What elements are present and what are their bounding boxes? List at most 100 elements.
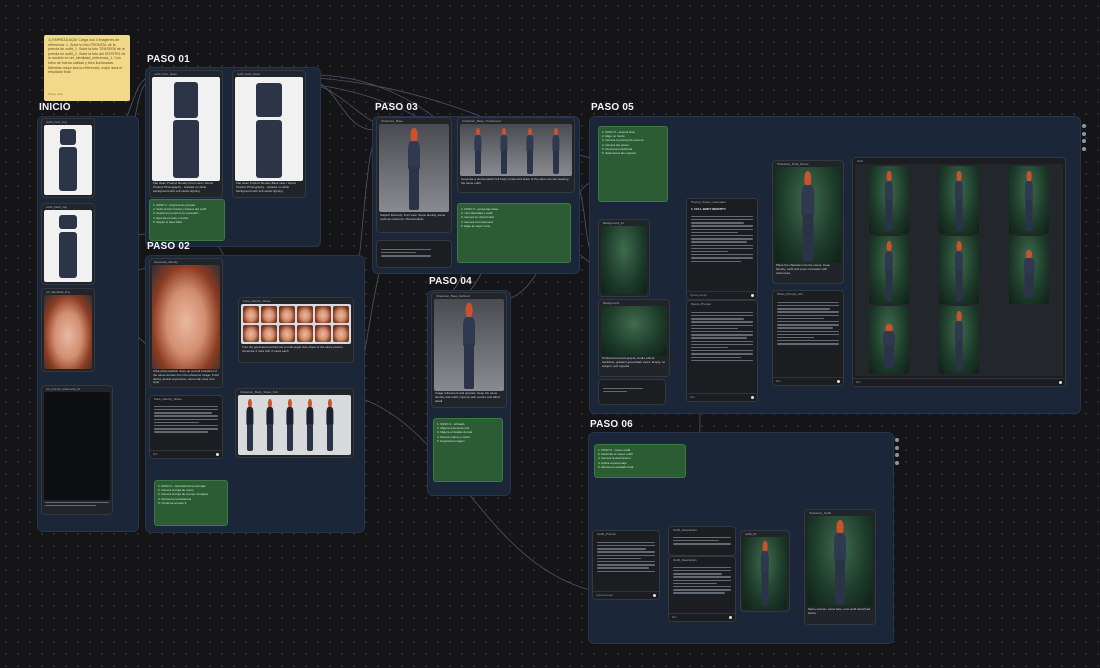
prompt-header: 1. FULL BODY IDENTITY: [691, 208, 726, 211]
queue-label: Queue prompt: [690, 293, 707, 297]
prompt-text-lines: [154, 404, 218, 448]
node-paso05-list[interactable]: Photo_Prompt_List Run: [772, 290, 844, 386]
node-paso02-face[interactable]: Generate_Identity Ultra-photorealistic c…: [149, 258, 223, 388]
node-toolbar[interactable]: Run: [150, 450, 222, 458]
caption-text: Flat clean Product Render Back view / Gh…: [236, 182, 296, 193]
prompt-text-lines: [777, 300, 839, 374]
node-title: outfit_back_img: [46, 205, 68, 209]
node-toolbar[interactable]: Run: [669, 613, 735, 621]
node-toolbar[interactable]: Queue prompt: [593, 591, 659, 599]
sticky-note-text: 1) EMPIEZA AQUI Carga sus 3 imagenes de …: [48, 38, 126, 75]
pose-tile[interactable]: [869, 166, 909, 234]
node-paso06-prompt[interactable]: Outfit_Prompt Queue prompt: [592, 530, 660, 600]
node-face-reference[interactable]: ref_identidad_img: [41, 288, 95, 372]
run-label: Run: [672, 615, 677, 619]
caption-text: Ultra-photorealistic close-up portrait h…: [153, 370, 219, 385]
node-title: Grid: [857, 159, 863, 163]
node-empty-prompt[interactable]: ref_prompt_referencia_IA: [41, 385, 113, 515]
outfit-front-image: [44, 125, 92, 195]
node-paso06-desc[interactable]: Outfit_Description Run: [668, 556, 736, 622]
caption-text: Professional photography studio infinite…: [602, 357, 666, 368]
caption-text: Image refinement and upscale. Keep the s…: [435, 392, 501, 403]
group-title-paso02: PASO 02: [147, 241, 190, 252]
prompt-text-lines: [597, 540, 655, 588]
body-sheet-image: [238, 395, 351, 455]
group-side-controls[interactable]: [1082, 124, 1086, 154]
pose-tile[interactable]: [939, 306, 979, 374]
node-paso05-grid[interactable]: Grid Run: [852, 157, 1066, 387]
pose-tile[interactable]: [939, 166, 979, 234]
group-title-inicio: INICIO: [39, 102, 71, 113]
group-title-paso03: PASO 03: [375, 102, 418, 113]
node-title: outfit_front_clean: [154, 72, 178, 76]
run-button[interactable]: [1059, 380, 1062, 384]
note-paso02: 1. PASO 2 - identidad del personaje 2. G…: [154, 480, 228, 526]
node-paso01-front[interactable]: outfit_front_clean Flat clean Product Re…: [149, 70, 223, 198]
node-paso05-main[interactable]: Character_Final_Scene Place the characte…: [772, 160, 844, 284]
face-reference-image: [44, 295, 92, 369]
node-title: Generate_Identity: [154, 260, 178, 264]
node-toolbar[interactable]: Run: [687, 393, 757, 401]
node-title: outfit_01: [745, 532, 757, 536]
identity-portrait-image: [152, 265, 220, 369]
run-button[interactable]: [216, 452, 219, 456]
note-paso01: 1. PASO 1 - limpieza de prenda 2. Sube l…: [149, 199, 225, 241]
prompt-text-lines: [603, 386, 643, 400]
node-paso02-sheet[interactable]: Face_Identity_Sheet Turn the generated p…: [238, 297, 354, 363]
group-title-paso06: PASO 06: [590, 419, 633, 430]
node-paso05-prompt[interactable]: Prompt_Scene_Generator 1. FULL BODY IDEN…: [686, 198, 758, 300]
clean-back-image: [235, 77, 303, 181]
group-side-controls[interactable]: [895, 438, 899, 468]
node-paso05-bg2[interactable]: Background Professional photography stud…: [598, 299, 670, 377]
pose-tile[interactable]: [869, 236, 909, 304]
run-button[interactable]: [751, 293, 754, 297]
node-toolbar[interactable]: Run: [853, 378, 1065, 386]
node-title: Outfit_Description: [673, 558, 697, 562]
node-title: ref_prompt_referencia_IA: [46, 387, 81, 391]
note-paso06: 1. PASO 6 - nuevo outfit 2. Describe el …: [594, 444, 686, 478]
node-outfit-front[interactable]: outfit_front_img: [41, 118, 95, 198]
sticky-note[interactable]: 1) EMPIEZA AQUI Carga sus 3 imagenes de …: [44, 35, 130, 101]
node-title: Character_Base_Turnaround: [462, 119, 501, 123]
group-title-paso01: PASO 01: [147, 54, 190, 65]
caption-text: Generate a photorealistic full body turn…: [461, 178, 569, 185]
queue-label: Queue prompt: [596, 593, 613, 597]
node-prompt-editor[interactable]: Face_Identity_Sheet Run: [149, 395, 223, 459]
caption-text: Place the character into the scene. Keep…: [776, 264, 831, 275]
run-button[interactable]: [653, 593, 656, 597]
node-paso05-small[interactable]: [598, 379, 666, 405]
run-button[interactable]: [751, 395, 754, 399]
node-title: Character_Final_Scene: [777, 162, 809, 166]
turnaround-image: [460, 124, 572, 176]
prompt-text-lines: [381, 247, 431, 265]
node-paso03-turnaround[interactable]: Character_Base_Turnaround Generate a pho…: [457, 117, 575, 193]
node-title: Background: [603, 301, 620, 305]
node-title: ref_identidad_img: [46, 290, 70, 294]
node-paso03-main[interactable]: Character_Base Subject full-body: front …: [376, 117, 452, 233]
node-title: Character_Base_Refined: [436, 294, 470, 298]
note-paso05: 1. PASO 5 - escena final 2. Elige un fon…: [598, 126, 668, 202]
run-button[interactable]: [729, 615, 732, 619]
node-paso02-body[interactable]: Character_Body_Sheet_Full: [235, 388, 354, 458]
node-paso06-a[interactable]: outfit_01: [740, 530, 790, 612]
run-label: Run: [690, 395, 695, 399]
node-toolbar[interactable]: Run: [773, 377, 843, 385]
node-toolbar[interactable]: Queue prompt: [687, 291, 757, 299]
node-paso06-b[interactable]: Character_Outfit Same woman, same face, …: [804, 509, 876, 625]
node-paso05-style[interactable]: Scene_Prompt Run: [686, 300, 758, 402]
run-label: Run: [776, 379, 781, 383]
node-paso03-helper[interactable]: [376, 240, 452, 268]
pose-tile[interactable]: [869, 306, 909, 374]
node-outfit-back[interactable]: outfit_back_img: [41, 203, 95, 285]
node-paso04-main[interactable]: Character_Base_Refined Image refinement …: [431, 292, 507, 408]
pose-tile[interactable]: [1009, 166, 1049, 234]
pose-tile[interactable]: [939, 236, 979, 304]
node-paso01-back[interactable]: outfit_back_clean Flat clean Product Ren…: [232, 70, 306, 198]
node-paso06-text[interactable]: Outfit_Description: [668, 526, 736, 556]
run-button[interactable]: [837, 379, 840, 383]
prompt-text-lines: [691, 310, 753, 390]
node-title: Photo_Prompt_List: [777, 292, 803, 296]
node-paso05-bg1[interactable]: Background_01: [598, 219, 650, 297]
group-title-paso04: PASO 04: [429, 276, 472, 287]
pose-tile[interactable]: [1009, 236, 1049, 304]
